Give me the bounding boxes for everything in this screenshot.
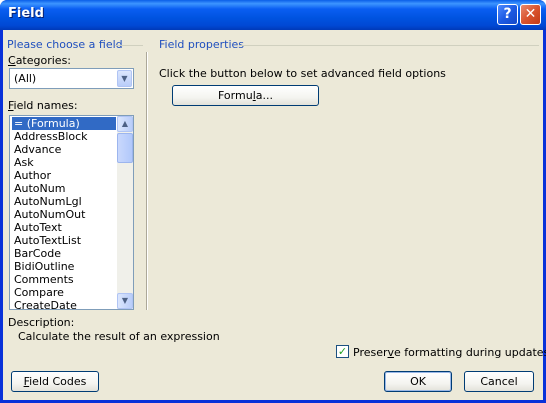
list-item[interactable]: Ask	[12, 156, 116, 169]
scrollbar-thumb[interactable]	[117, 133, 133, 163]
field-names-list[interactable]: = (Formula) AddressBlock Advance Ask Aut…	[9, 115, 134, 310]
list-item[interactable]: BarCode	[12, 247, 116, 260]
categories-selected-value: (All)	[14, 72, 37, 85]
chevron-down-icon[interactable]: ▼	[117, 70, 132, 87]
description-text: Calculate the result of an expression	[18, 330, 220, 343]
categories-label: Categories:	[8, 54, 72, 67]
field-dialog: Field ? ✕ Please choose a field Field pr…	[0, 0, 546, 403]
list-item[interactable]: Compare	[12, 286, 116, 299]
field-names-label: Field names:	[8, 99, 78, 112]
list-item[interactable]: = (Formula)	[12, 117, 116, 130]
close-button[interactable]: ✕	[520, 4, 541, 25]
scroll-up-icon[interactable]: ▲	[117, 116, 133, 132]
field-codes-button[interactable]: Field Codes	[11, 371, 99, 392]
formula-button[interactable]: Formula...	[172, 85, 319, 106]
categories-dropdown[interactable]: (All) ▼	[9, 68, 134, 89]
scroll-down-icon[interactable]: ▼	[117, 293, 133, 309]
cancel-button[interactable]: Cancel	[464, 371, 534, 392]
advanced-options-instruction: Click the button below to set advanced f…	[159, 67, 446, 80]
vertical-separator	[146, 52, 148, 310]
dialog-body: Please choose a field Field properties C…	[3, 30, 546, 400]
list-item[interactable]: Author	[12, 169, 116, 182]
title-bar: Field ? ✕	[0, 0, 546, 30]
list-item[interactable]: CreateDate	[12, 299, 116, 309]
list-item[interactable]: AutoText	[12, 221, 116, 234]
list-item[interactable]: AutoNumOut	[12, 208, 116, 221]
ok-button[interactable]: OK	[384, 371, 452, 392]
help-button[interactable]: ?	[497, 4, 518, 25]
description-label: Description:	[8, 316, 75, 329]
group-divider	[115, 45, 143, 46]
vertical-scrollbar[interactable]: ▲ ▼	[117, 116, 133, 309]
list-item[interactable]: Comments	[12, 273, 116, 286]
list-item[interactable]: AddressBlock	[12, 130, 116, 143]
preserve-formatting-checkbox[interactable]: ✓	[336, 345, 349, 358]
list-item[interactable]: BidiOutline	[12, 260, 116, 273]
choose-field-group-title: Please choose a field	[7, 38, 123, 51]
field-properties-group-title: Field properties	[159, 38, 245, 51]
list-item[interactable]: AutoNumLgl	[12, 195, 116, 208]
list-item[interactable]: Advance	[12, 143, 116, 156]
window-title: Field	[8, 6, 44, 21]
close-icon: ✕	[524, 6, 537, 22]
list-item[interactable]: AutoNum	[12, 182, 116, 195]
group-divider	[239, 45, 539, 46]
list-item[interactable]: AutoTextList	[12, 234, 116, 247]
help-icon: ?	[503, 6, 512, 22]
preserve-formatting-label[interactable]: Preserve formatting during updates	[353, 346, 546, 359]
